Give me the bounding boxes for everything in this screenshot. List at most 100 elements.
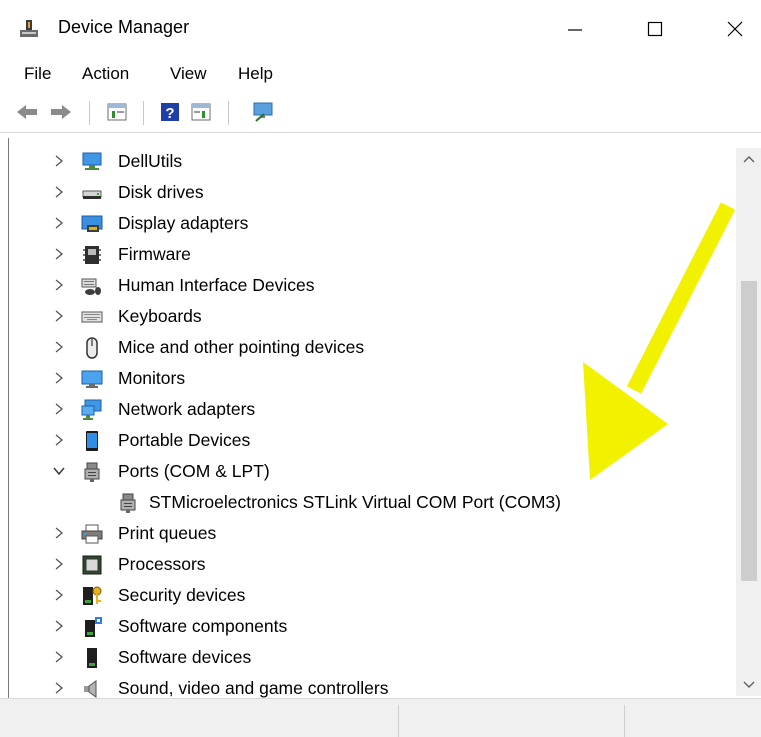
- tree-item-label: Disk drives: [118, 182, 204, 202]
- tree-item-software-components[interactable]: Software components: [9, 613, 739, 641]
- tree-item-software-devices[interactable]: Software devices: [9, 644, 739, 672]
- tree-item-label: Ports (COM & LPT): [118, 461, 270, 481]
- chevron-right-icon[interactable]: [53, 619, 65, 633]
- tree-item-label: STMicroelectronics STLink Virtual COM Po…: [149, 492, 561, 512]
- minimize-icon: [568, 29, 582, 31]
- tree-item-display-adapters[interactable]: Display adapters: [9, 210, 739, 238]
- maximize-icon: [647, 21, 663, 37]
- toolbar: ?: [0, 95, 761, 131]
- monitor-network-icon: [82, 152, 102, 170]
- tree-item-label: Network adapters: [118, 399, 256, 419]
- maximize-button[interactable]: [632, 6, 678, 52]
- toolbar-separator: [143, 101, 144, 125]
- scan-hardware-button[interactable]: [250, 99, 276, 125]
- tree-item-disk-drives[interactable]: Disk drives: [9, 179, 739, 207]
- chevron-right-icon[interactable]: [53, 557, 65, 571]
- status-bar: [0, 698, 761, 737]
- chevron-right-icon[interactable]: [53, 526, 65, 540]
- chevron-down-icon: [743, 681, 754, 688]
- chevron-right-icon[interactable]: [53, 309, 65, 323]
- display-adapter-icon: [81, 215, 103, 232]
- tree-item-label: Print queues: [118, 523, 217, 543]
- speaker-icon: [84, 680, 97, 698]
- tree-item-ports[interactable]: Ports (COM & LPT): [9, 458, 739, 486]
- tree-item-processors[interactable]: Processors: [9, 551, 739, 579]
- chevron-right-icon[interactable]: [53, 433, 65, 447]
- close-icon: [727, 21, 743, 37]
- tree-item-portable-devices[interactable]: Portable Devices: [9, 427, 739, 455]
- title-bar: Device Manager: [0, 0, 761, 62]
- printer-icon: [81, 524, 103, 544]
- menu-action[interactable]: Action: [82, 64, 129, 84]
- chevron-right-icon[interactable]: [53, 185, 65, 199]
- processor-icon: [82, 555, 102, 575]
- tree-item-label: Firmware: [118, 244, 191, 264]
- help-icon: ?: [161, 103, 179, 122]
- tree-item-mice[interactable]: Mice and other pointing devices: [9, 334, 739, 362]
- toolbar-separator: [228, 101, 229, 125]
- software-component-icon: [85, 617, 102, 637]
- tree-item-label: Software devices: [118, 647, 252, 667]
- chevron-right-icon[interactable]: [53, 247, 65, 261]
- tree-item-label: Keyboards: [118, 306, 202, 326]
- chevron-right-icon[interactable]: [53, 340, 65, 354]
- tree-item-label: Security devices: [118, 585, 246, 605]
- forward-button[interactable]: [48, 99, 74, 125]
- firmware-icon: [83, 246, 101, 264]
- forward-icon: [51, 105, 71, 119]
- chevron-right-icon[interactable]: [53, 681, 65, 695]
- tree-item-firmware[interactable]: Firmware: [9, 241, 739, 269]
- scan-hardware-icon: [253, 102, 273, 122]
- minimize-button[interactable]: [552, 6, 598, 52]
- show-hide-icon: [191, 103, 211, 121]
- disk-drive-icon: [82, 190, 102, 199]
- chevron-right-icon[interactable]: [53, 402, 65, 416]
- menu-help[interactable]: Help: [238, 64, 273, 84]
- toolbar-separator: [89, 101, 90, 125]
- hid-icon: [81, 278, 101, 295]
- chevron-down-icon[interactable]: [53, 464, 65, 478]
- tree-item-label: Software components: [118, 616, 288, 636]
- properties-icon: [107, 103, 127, 121]
- tree-item-keyboards[interactable]: Keyboards: [9, 303, 739, 331]
- window-title: Device Manager: [58, 17, 190, 37]
- port-icon: [84, 462, 100, 482]
- scrollbar-thumb[interactable]: [741, 281, 757, 581]
- vertical-scrollbar[interactable]: [736, 148, 761, 696]
- tree-item-network-adapters[interactable]: Network adapters: [9, 396, 739, 424]
- mouse-icon: [86, 337, 98, 359]
- monitor-icon: [81, 370, 103, 388]
- back-icon: [17, 105, 37, 119]
- chevron-right-icon[interactable]: [53, 650, 65, 664]
- scroll-down-button[interactable]: [736, 674, 761, 696]
- chevron-right-icon[interactable]: [53, 371, 65, 385]
- status-divider: [398, 705, 399, 737]
- tree-item-print-queues[interactable]: Print queues: [9, 520, 739, 548]
- chevron-right-icon[interactable]: [53, 588, 65, 602]
- show-hide-button[interactable]: [188, 99, 214, 125]
- tree-item-label: Portable Devices: [118, 430, 251, 450]
- tree-item-monitors[interactable]: Monitors: [9, 365, 739, 393]
- menu-view[interactable]: View: [170, 64, 207, 84]
- chevron-right-icon[interactable]: [53, 216, 65, 230]
- tree-item-label: Processors: [118, 554, 206, 574]
- security-icon: [83, 586, 102, 605]
- tree-item-label: Human Interface Devices: [118, 275, 315, 295]
- keyboard-icon: [81, 311, 103, 323]
- tree-item-label: Sound, video and game controllers: [118, 678, 389, 698]
- scroll-up-button[interactable]: [736, 148, 761, 170]
- menu-file[interactable]: File: [24, 64, 51, 84]
- tree-item-human-interface-devices[interactable]: Human Interface Devices: [9, 272, 739, 300]
- chevron-right-icon[interactable]: [53, 278, 65, 292]
- chevron-right-icon[interactable]: [53, 154, 65, 168]
- tree-item-security-devices[interactable]: Security devices: [9, 582, 739, 610]
- properties-button[interactable]: [104, 99, 130, 125]
- svg-text:?: ?: [165, 105, 174, 122]
- tree-item-stlink-com-port[interactable]: STMicroelectronics STLink Virtual COM Po…: [9, 489, 739, 517]
- help-button[interactable]: ?: [157, 99, 183, 125]
- back-button[interactable]: [14, 99, 40, 125]
- close-button[interactable]: [712, 6, 758, 52]
- tree-item-dellutils[interactable]: DellUtils: [9, 148, 739, 176]
- tree-item-sound-video-game-controllers[interactable]: Sound, video and game controllers: [9, 675, 739, 698]
- tree-item-label: Display adapters: [118, 213, 249, 233]
